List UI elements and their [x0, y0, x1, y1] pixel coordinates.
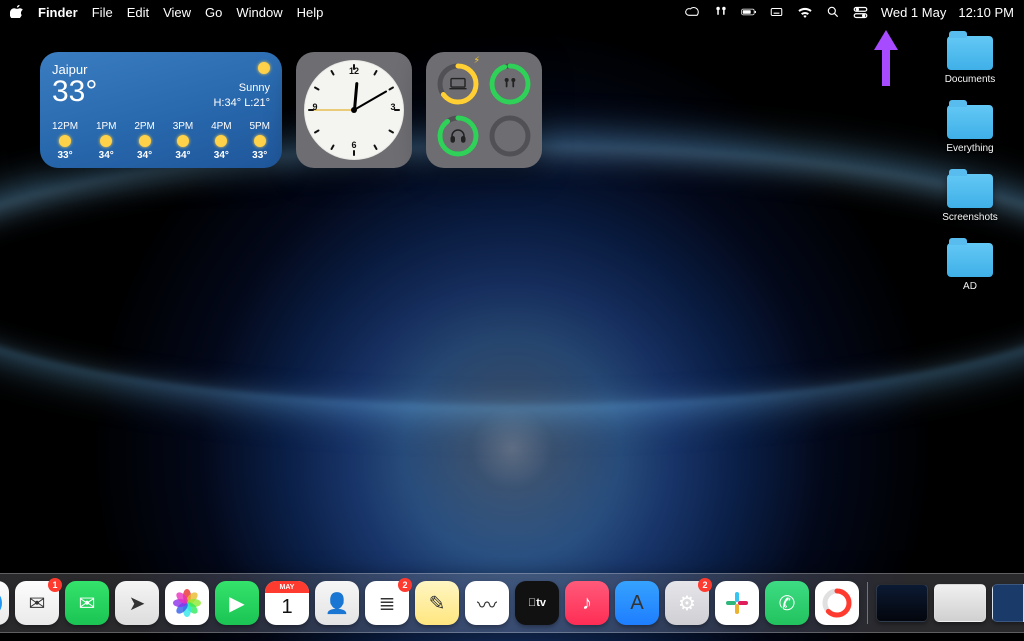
desktop-folder[interactable]: AD: [934, 243, 1006, 292]
keyboard-input-icon[interactable]: [769, 4, 785, 20]
weather-hour: 3PM34°: [173, 121, 194, 161]
folder-icon: [947, 174, 993, 208]
dock-minimized-window[interactable]: [992, 584, 1024, 622]
sun-icon: [258, 62, 270, 74]
battery-status-icon[interactable]: [741, 4, 757, 20]
menu-help[interactable]: Help: [297, 5, 324, 20]
dock-app-activity[interactable]: [815, 581, 859, 625]
apple-menu[interactable]: [10, 4, 24, 21]
dock-app-facetime[interactable]: ▶: [215, 581, 259, 625]
desktop-folder[interactable]: Everything: [934, 105, 1006, 154]
menu-file[interactable]: File: [92, 5, 113, 20]
clock-widget[interactable]: 36912: [296, 52, 412, 168]
folder-icon: [947, 105, 993, 139]
menu-window[interactable]: Window: [236, 5, 282, 20]
battery-ring-headphones: [437, 115, 479, 157]
annotation-arrow: [872, 28, 900, 88]
dock-app-tv[interactable]: tv: [515, 581, 559, 625]
menubar-date[interactable]: Wed 1 May: [881, 5, 947, 20]
clock-face: 36912: [304, 60, 404, 160]
battery-widget[interactable]: ⚡︎: [426, 52, 542, 168]
badge: 2: [398, 578, 412, 592]
desktop-folder[interactable]: Screenshots: [934, 174, 1006, 223]
dock-app-messages[interactable]: ✉: [65, 581, 109, 625]
charging-bolt-icon: ⚡︎: [474, 55, 480, 66]
dock-app-reminders[interactable]: ≣2: [365, 581, 409, 625]
menu-edit[interactable]: Edit: [127, 5, 149, 20]
dock-app-contacts[interactable]: 👤: [315, 581, 359, 625]
badge: 1: [48, 578, 62, 592]
weather-widget[interactable]: Jaipur 33° Sunny H:34° L:21° 12PM33°1PM3…: [40, 52, 282, 168]
dock-app-safari[interactable]: [0, 581, 9, 625]
airpods-status-icon[interactable]: [713, 4, 729, 20]
dock-minimized-window[interactable]: [876, 584, 928, 622]
spotlight-icon[interactable]: [825, 4, 841, 20]
creative-cloud-icon[interactable]: [685, 4, 701, 20]
dock-app-calendar[interactable]: MAY1: [265, 581, 309, 625]
badge: 2: [698, 578, 712, 592]
weather-condition: Sunny: [213, 81, 270, 96]
control-center-icon[interactable]: [853, 4, 869, 20]
weather-temp: 33°: [52, 77, 97, 107]
dock-app-maps[interactable]: ➤: [115, 581, 159, 625]
dock: ◐⊞✉︎1✉➤▶MAY1👤≣2✎〰tv♪A⚙2✆: [0, 573, 1024, 633]
weather-hour: 1PM34°: [96, 121, 117, 161]
dock-app-slack[interactable]: [715, 581, 759, 625]
dock-app-whatsapp[interactable]: ✆: [765, 581, 809, 625]
menu-view[interactable]: View: [163, 5, 191, 20]
dock-app-music[interactable]: ♪: [565, 581, 609, 625]
menubar: Finder File Edit View Go Window Help Wed…: [0, 0, 1024, 24]
menu-app-name[interactable]: Finder: [38, 5, 78, 20]
menu-go[interactable]: Go: [205, 5, 222, 20]
desktop: Finder File Edit View Go Window Help Wed…: [0, 0, 1024, 641]
battery-ring-laptop: ⚡︎: [437, 63, 479, 105]
menubar-time[interactable]: 12:10 PM: [958, 5, 1014, 20]
weather-hour: 12PM33°: [52, 121, 78, 161]
weather-hour: 2PM34°: [134, 121, 155, 161]
weather-hour: 4PM34°: [211, 121, 232, 161]
dock-minimized-window[interactable]: [934, 584, 986, 622]
wifi-icon[interactable]: [797, 4, 813, 20]
dock-app-freeform[interactable]: 〰: [465, 581, 509, 625]
battery-ring-airpods: [489, 63, 531, 105]
dock-app-app-store[interactable]: A: [615, 581, 659, 625]
dock-app-settings[interactable]: ⚙2: [665, 581, 709, 625]
folder-icon: [947, 36, 993, 70]
desktop-folder[interactable]: Documents: [934, 36, 1006, 85]
battery-ring-empty: [489, 115, 531, 157]
weather-hour: 5PM33°: [249, 121, 270, 161]
dock-app-mail[interactable]: ✉︎1: [15, 581, 59, 625]
folder-icon: [947, 243, 993, 277]
dock-app-photos[interactable]: [165, 581, 209, 625]
dock-app-notes[interactable]: ✎: [415, 581, 459, 625]
